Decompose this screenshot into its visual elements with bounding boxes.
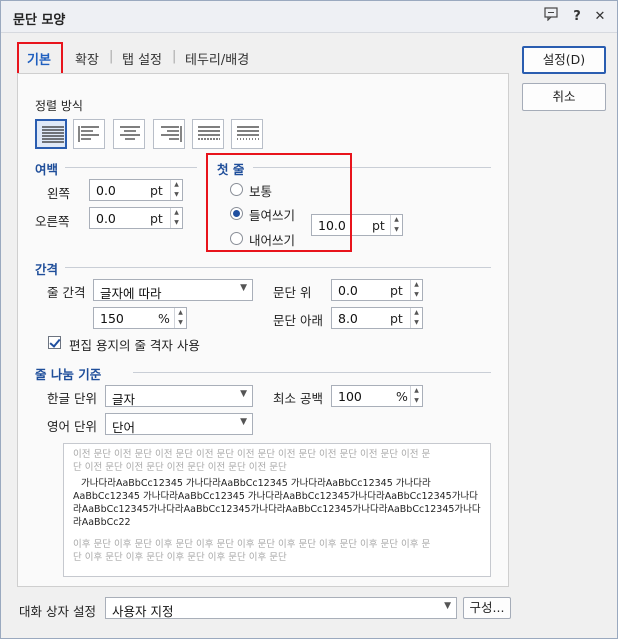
- min-space-input[interactable]: 100 % ▲ ▼: [331, 385, 423, 407]
- align-distribute-icon: [198, 126, 220, 140]
- tab-extension[interactable]: 확장: [75, 49, 99, 68]
- line-spacing-type-select[interactable]: 글자에 따라 ▼: [93, 279, 253, 301]
- grid-checkbox[interactable]: [48, 336, 61, 349]
- right-margin-spinner[interactable]: ▲ ▼: [170, 208, 182, 228]
- dialog-settings-select[interactable]: 사용자 지정 ▼: [105, 597, 457, 619]
- space-below-label: 문단 아래: [273, 313, 323, 328]
- highlight-box-first-line: [206, 153, 352, 252]
- margin-heading: 여백: [35, 162, 59, 177]
- space-above-label: 문단 위: [273, 285, 312, 300]
- right-margin-value: 0.0: [96, 211, 116, 226]
- preview-sample-line: 라AaBbCc22: [73, 517, 131, 528]
- align-distribute-button[interactable]: [192, 119, 224, 149]
- highlight-box-tab: [17, 42, 63, 76]
- right-margin-unit: pt: [150, 211, 163, 226]
- close-icon[interactable]: ✕: [590, 7, 610, 27]
- tab-separator: |: [172, 49, 177, 64]
- title-bar: 문단 모양 ? ✕: [1, 1, 617, 33]
- line-spacing-value: 150: [100, 311, 124, 326]
- korean-unit-select[interactable]: 글자 ▼: [105, 385, 253, 407]
- korean-unit-value: 글자: [112, 392, 136, 407]
- space-below-unit: pt: [390, 311, 403, 326]
- english-unit-select[interactable]: 단어 ▼: [105, 413, 253, 435]
- align-right-button[interactable]: [153, 119, 185, 149]
- space-below-value: 8.0: [338, 311, 358, 326]
- preview-sample-line: 라AaBbCc12345가나다라AaBbCc12345가나다라AaBbCc123…: [73, 504, 481, 515]
- dialog-settings-label: 대화 상자 설정: [19, 604, 96, 619]
- spacing-divider: [65, 267, 491, 268]
- line-spacing-spinner[interactable]: ▲ ▼: [174, 308, 186, 328]
- space-below-spinner[interactable]: ▲ ▼: [410, 308, 422, 328]
- tab-separator: |: [109, 49, 114, 64]
- space-above-value: 0.0: [338, 283, 358, 298]
- space-above-spinner[interactable]: ▲ ▼: [410, 280, 422, 300]
- line-spacing-unit: %: [158, 311, 170, 326]
- right-margin-input[interactable]: 0.0 pt ▲ ▼: [89, 207, 183, 229]
- spacing-heading: 간격: [35, 262, 59, 277]
- space-below-input[interactable]: 8.0 pt ▲ ▼: [331, 307, 423, 329]
- chat-icon[interactable]: [541, 7, 561, 27]
- preview-after-line: 단 이후 문단 이후 문단 이후 문단 이후 문단 이후 문단: [73, 552, 287, 563]
- right-margin-label: 오른쪽: [35, 214, 70, 229]
- align-left-icon: [78, 126, 99, 142]
- korean-unit-label: 한글 단위: [47, 391, 97, 406]
- chevron-down-icon: ▼: [240, 283, 247, 293]
- english-unit-value: 단어: [112, 420, 136, 435]
- left-margin-label: 왼쪽: [47, 186, 71, 201]
- preview-sample-line: 가나다라AaBbCc12345 가나다라AaBbCc12345 가나다라AaBb…: [81, 478, 431, 489]
- left-margin-input[interactable]: 0.0 pt ▲ ▼: [89, 179, 183, 201]
- space-above-input[interactable]: 0.0 pt ▲ ▼: [331, 279, 423, 301]
- alignment-heading: 정렬 방식: [35, 99, 83, 113]
- grid-checkbox-label[interactable]: 편집 용지의 줄 격자 사용: [69, 335, 200, 354]
- left-margin-unit: pt: [150, 183, 163, 198]
- chevron-down-icon: ▼: [240, 417, 247, 427]
- line-spacing-type-value: 글자에 따라: [100, 286, 162, 301]
- align-left-button[interactable]: [73, 119, 105, 149]
- align-center-icon: [120, 126, 140, 140]
- paragraph-preview: 이전 문단 이전 문단 이전 문단 이전 문단 이전 문단 이전 문단 이전 문…: [63, 443, 491, 577]
- chevron-down-icon: ▼: [444, 601, 451, 611]
- line-break-heading: 줄 나눔 기준: [35, 367, 102, 382]
- tab-tab-settings[interactable]: 탭 설정: [122, 49, 162, 68]
- min-space-value: 100: [338, 389, 362, 404]
- align-justify-button[interactable]: [35, 119, 67, 149]
- dialog-title: 문단 모양: [13, 13, 66, 28]
- align-justify-icon: [42, 126, 64, 143]
- first-line-spinner[interactable]: ▲ ▼: [390, 215, 402, 235]
- align-center-button[interactable]: [113, 119, 145, 149]
- dialog-settings-value: 사용자 지정: [112, 604, 174, 619]
- paragraph-shape-dialog: 문단 모양 ? ✕ 기본 확장 | 탭 설정 | 테두리/배경 정렬 방식 여백…: [0, 0, 618, 639]
- left-margin-spinner[interactable]: ▲ ▼: [170, 180, 182, 200]
- ok-button[interactable]: 설정(D): [522, 46, 606, 74]
- align-split-button[interactable]: [231, 119, 263, 149]
- tab-border-background[interactable]: 테두리/배경: [185, 49, 249, 68]
- help-icon[interactable]: ?: [567, 7, 587, 27]
- left-margin-value: 0.0: [96, 183, 116, 198]
- preview-before-line: 단 이전 문단 이전 문단 이전 문단 이전 문단 이전 문단: [73, 462, 287, 473]
- align-split-icon: [237, 126, 259, 140]
- cancel-button[interactable]: 취소: [522, 83, 606, 111]
- english-unit-label: 영어 단위: [47, 419, 97, 434]
- min-space-label: 최소 공백: [273, 391, 323, 406]
- margin-divider: [65, 167, 197, 168]
- preview-sample-line: AaBbCc12345 가나다라AaBbCc12345 가나다라AaBbCc12…: [73, 491, 478, 502]
- chevron-down-icon: ▼: [240, 389, 247, 399]
- line-spacing-value-input[interactable]: 150 % ▲ ▼: [93, 307, 187, 329]
- preview-after-line: 이후 문단 이후 문단 이후 문단 이후 문단 이후 문단 이후 문단 이후 문…: [73, 539, 431, 550]
- space-above-unit: pt: [390, 283, 403, 298]
- min-space-spinner[interactable]: ▲ ▼: [410, 386, 422, 406]
- first-line-unit: pt: [372, 218, 385, 233]
- preview-before-line: 이전 문단 이전 문단 이전 문단 이전 문단 이전 문단 이전 문단 이전 문…: [73, 449, 431, 460]
- configure-button[interactable]: 구성...: [463, 597, 511, 619]
- min-space-unit: %: [396, 389, 408, 404]
- line-break-divider: [133, 372, 491, 373]
- align-right-icon: [161, 126, 182, 142]
- line-spacing-label: 줄 간격: [47, 285, 86, 300]
